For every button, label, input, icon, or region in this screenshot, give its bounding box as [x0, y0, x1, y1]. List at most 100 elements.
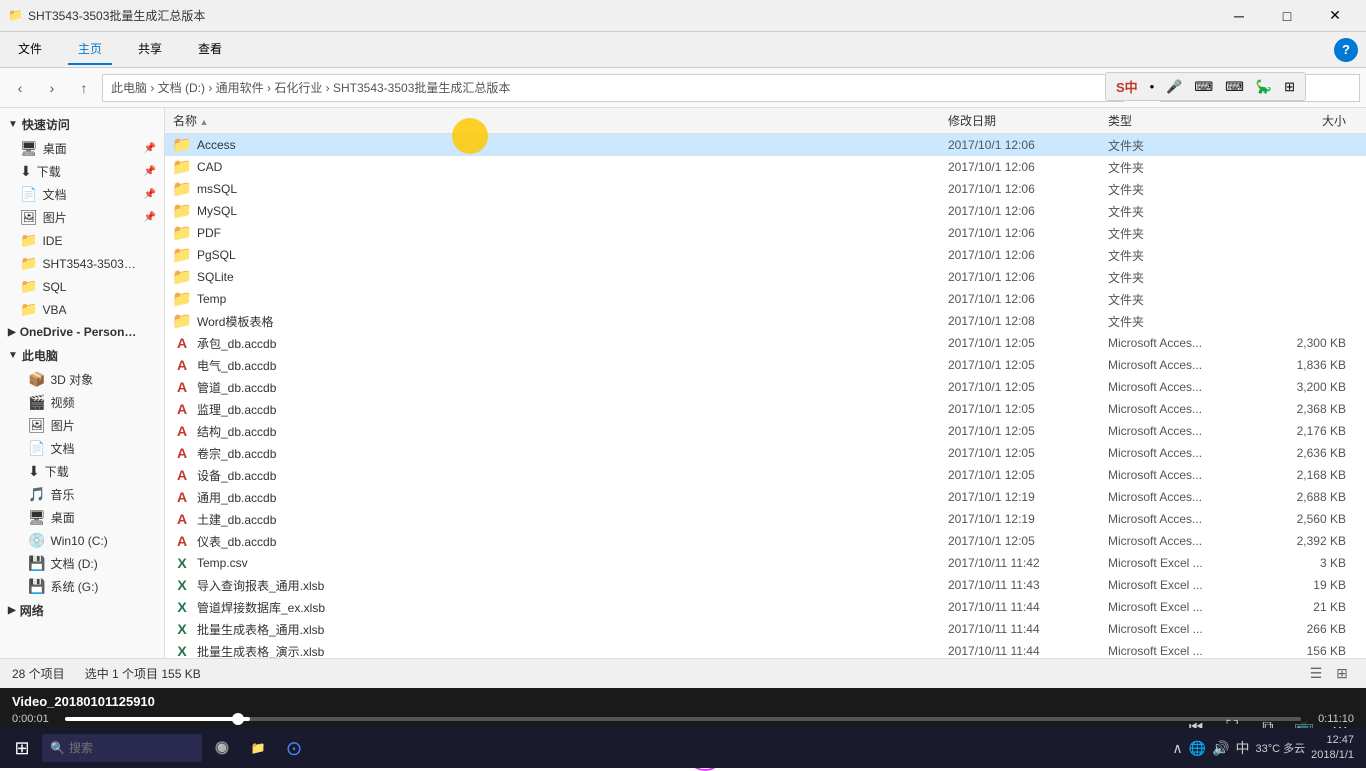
ribbon-tab-file[interactable]: 文件	[8, 34, 52, 65]
ribbon-tab-share[interactable]: 共享	[128, 34, 172, 65]
col-name-header[interactable]: 名称	[173, 112, 948, 129]
taskbar-cortana[interactable]: 🔘	[206, 732, 238, 764]
taskbar-search-box[interactable]: 🔍	[42, 734, 202, 762]
table-row[interactable]: 📁 MySQL 2017/10/1 12:06 文件夹	[165, 200, 1366, 222]
network-header[interactable]: ▶ 网络	[0, 598, 164, 623]
address-path[interactable]: 此电脑 › 文档 (D:) › 通用软件 › 石化行业 › SHT3543-35…	[102, 74, 1124, 102]
table-row[interactable]: A 仪表_db.accdb 2017/10/1 12:05 Microsoft …	[165, 530, 1366, 552]
file-date: 2017/10/1 12:05	[948, 380, 1108, 394]
ime-emoji-btn[interactable]: 🦕	[1252, 77, 1276, 97]
forward-button[interactable]: ›	[38, 74, 66, 102]
thispc-header[interactable]: ▼ 此电脑	[0, 343, 164, 368]
sidebar-item-music[interactable]: 🎵 音乐	[0, 483, 164, 506]
taskbar-chrome[interactable]: ⊙	[278, 732, 310, 764]
file-type: 文件夹	[1108, 225, 1268, 242]
table-row[interactable]: 📁 PgSQL 2017/10/1 12:06 文件夹	[165, 244, 1366, 266]
table-row[interactable]: A 电气_db.accdb 2017/10/1 12:05 Microsoft …	[165, 354, 1366, 376]
list-view-button[interactable]: ☰	[1304, 662, 1328, 686]
drive-icon: 💿	[28, 532, 45, 549]
sidebar-drive-g[interactable]: 💾 系统 (G:)	[0, 575, 164, 598]
sidebar-drive-c[interactable]: 💿 Win10 (C:)	[0, 529, 164, 552]
sidebar-drive-d[interactable]: 💾 文档 (D:)	[0, 552, 164, 575]
network-tray-icon[interactable]: 🌐	[1189, 740, 1206, 757]
table-row[interactable]: X 导入查询报表_通用.xlsb 2017/10/11 11:43 Micros…	[165, 574, 1366, 596]
table-row[interactable]: 📁 PDF 2017/10/1 12:06 文件夹	[165, 222, 1366, 244]
file-size: 2,300 KB	[1268, 336, 1358, 350]
col-date-header[interactable]: 修改日期	[948, 112, 1108, 129]
col-size-header[interactable]: 大小	[1268, 112, 1358, 129]
help-button[interactable]: ?	[1334, 38, 1358, 62]
table-row[interactable]: A 设备_db.accdb 2017/10/1 12:05 Microsoft …	[165, 464, 1366, 486]
file-name: PgSQL	[197, 248, 948, 262]
chevron-icon: ▼	[8, 350, 18, 361]
speaker-tray-icon[interactable]: 🔊	[1212, 740, 1229, 757]
minimize-button[interactable]: ─	[1216, 0, 1262, 32]
table-row[interactable]: 📁 Temp 2017/10/1 12:06 文件夹	[165, 288, 1366, 310]
folder-icon: 📁	[172, 135, 192, 155]
table-row[interactable]: X 批量生成表格_通用.xlsb 2017/10/11 11:44 Micros…	[165, 618, 1366, 640]
table-row[interactable]: 📁 msSQL 2017/10/1 12:06 文件夹	[165, 178, 1366, 200]
table-row[interactable]: X 管道焊接数据库_ex.xlsb 2017/10/11 11:44 Micro…	[165, 596, 1366, 618]
ribbon-tab-home[interactable]: 主页	[68, 34, 112, 65]
table-row[interactable]: A 土建_db.accdb 2017/10/1 12:19 Microsoft …	[165, 508, 1366, 530]
ribbon-tab-view[interactable]: 查看	[188, 34, 232, 65]
ime-dot-btn[interactable]: •	[1146, 77, 1159, 96]
sidebar-item-documents[interactable]: 📄 文档	[0, 437, 164, 460]
sidebar-item-vba[interactable]: 📁 VBA	[0, 298, 164, 321]
sidebar-item-downloads[interactable]: ⬇ 下载 📌	[0, 160, 164, 183]
sidebar-item-video[interactable]: 🎬 视频	[0, 391, 164, 414]
tray-clock[interactable]: 12:47 2018/1/1	[1311, 733, 1354, 764]
ime-input-btn[interactable]: ⌨	[1221, 77, 1248, 97]
table-row[interactable]: 📁 SQLite 2017/10/1 12:06 文件夹	[165, 266, 1366, 288]
ime-grid-btn[interactable]: ⊞	[1280, 77, 1299, 97]
table-row[interactable]: 📁 Word模板表格 2017/10/1 12:08 文件夹	[165, 310, 1366, 332]
progress-track[interactable]	[65, 717, 1301, 721]
sidebar-item-desk[interactable]: 🖥 桌面	[0, 506, 164, 529]
file-list[interactable]: 名称 修改日期 类型 大小 📁 Access 2017/10/1 12:06 文…	[165, 108, 1366, 658]
sidebar-item-3d[interactable]: 📦 3D 对象	[0, 368, 164, 391]
ime-tray-icon[interactable]: 中	[1236, 738, 1250, 758]
table-row[interactable]: 📁 Access 2017/10/1 12:06 文件夹	[165, 134, 1366, 156]
table-row[interactable]: A 管道_db.accdb 2017/10/1 12:05 Microsoft …	[165, 376, 1366, 398]
sidebar-item-ide[interactable]: 📁 IDE	[0, 229, 164, 252]
taskbar-explorer[interactable]: 📁	[242, 732, 274, 764]
up-button[interactable]: ↑	[70, 74, 98, 102]
ime-keyboard-btn[interactable]: ⌨	[1190, 77, 1217, 97]
sidebar-item-desktop[interactable]: 🖥 桌面 📌	[0, 137, 164, 160]
start-button[interactable]: ⊞	[6, 732, 38, 764]
access-icon: A	[177, 401, 187, 417]
ribbon: 文件 主页 共享 查看 ?	[0, 32, 1366, 68]
grid-view-button[interactable]: ⊞	[1330, 662, 1354, 686]
back-button[interactable]: ‹	[6, 74, 34, 102]
sidebar-item-pics[interactable]: 🖼 图片	[0, 414, 164, 437]
quick-access-header[interactable]: ▼ 快速访问	[0, 112, 164, 137]
sidebar-item-docs[interactable]: 📄 文档 📌	[0, 183, 164, 206]
onedrive-header[interactable]: ▶ OneDrive - Persona...	[0, 321, 164, 343]
file-type: Microsoft Acces...	[1108, 358, 1268, 372]
sidebar-item-sht[interactable]: 📁 SHT3543-3503批...	[0, 252, 164, 275]
weather-tray[interactable]: 33°C 多云	[1256, 740, 1306, 756]
sidebar-item-sql[interactable]: 📁 SQL	[0, 275, 164, 298]
status-bar: 28 个项目 选中 1 个项目 155 KB ☰ ⊞	[0, 658, 1366, 688]
file-type: Microsoft Acces...	[1108, 402, 1268, 416]
table-row[interactable]: 📁 CAD 2017/10/1 12:06 文件夹	[165, 156, 1366, 178]
chevron-icon: ▼	[8, 119, 18, 130]
ime-mic-btn[interactable]: 🎤	[1162, 77, 1186, 97]
table-row[interactable]: A 卷宗_db.accdb 2017/10/1 12:05 Microsoft …	[165, 442, 1366, 464]
chevron-icon: ▶	[8, 327, 16, 338]
taskbar-search-input[interactable]	[69, 741, 169, 755]
table-row[interactable]: A 通用_db.accdb 2017/10/1 12:19 Microsoft …	[165, 486, 1366, 508]
table-row[interactable]: X Temp.csv 2017/10/11 11:42 Microsoft Ex…	[165, 552, 1366, 574]
table-row[interactable]: A 承包_db.accdb 2017/10/1 12:05 Microsoft …	[165, 332, 1366, 354]
col-type-header[interactable]: 类型	[1108, 112, 1268, 129]
excel-icon: X	[177, 621, 186, 637]
table-row[interactable]: A 监理_db.accdb 2017/10/1 12:05 Microsoft …	[165, 398, 1366, 420]
ime-lang-btn[interactable]: S中	[1112, 75, 1142, 98]
sidebar-item-pictures[interactable]: 🖼 图片 📌	[0, 206, 164, 229]
expand-tray-icon[interactable]: ∧	[1172, 740, 1182, 757]
close-button[interactable]: ✕	[1312, 0, 1358, 32]
table-row[interactable]: X 批量生成表格_演示.xlsb 2017/10/11 11:44 Micros…	[165, 640, 1366, 658]
table-row[interactable]: A 结构_db.accdb 2017/10/1 12:05 Microsoft …	[165, 420, 1366, 442]
maximize-button[interactable]: □	[1264, 0, 1310, 32]
sidebar-item-dl[interactable]: ⬇ 下载	[0, 460, 164, 483]
